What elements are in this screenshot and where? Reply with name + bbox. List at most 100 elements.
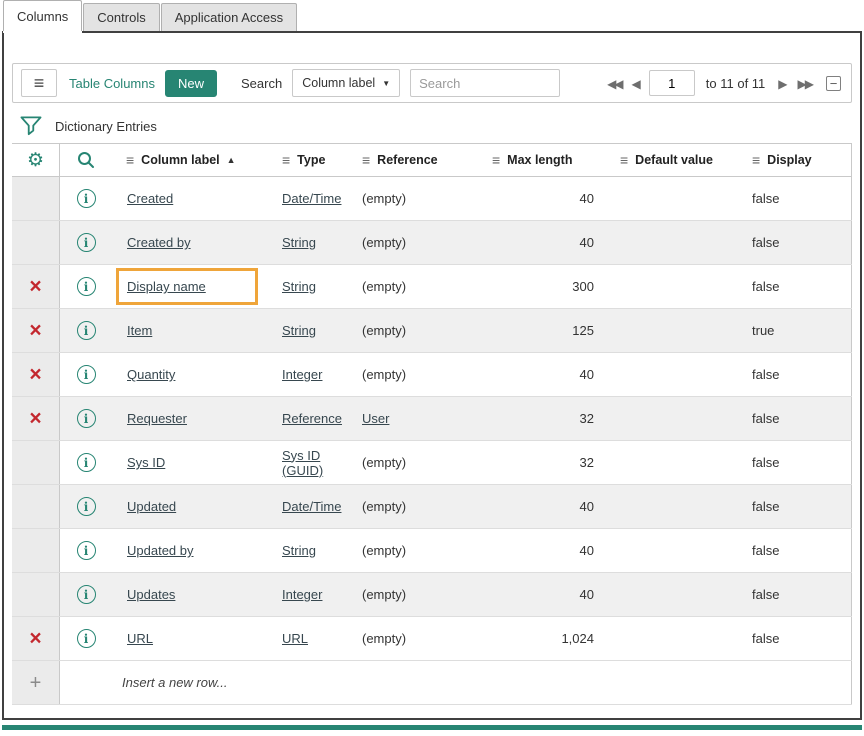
row-info-cell: i — [60, 441, 112, 484]
type-link[interactable]: String — [282, 543, 316, 558]
info-icon[interactable]: i — [77, 189, 96, 208]
header-max-length[interactable]: ≡ Max length — [480, 144, 608, 176]
first-page-button[interactable]: ◀◀ — [605, 74, 623, 93]
max-length-cell: 1,024 — [480, 617, 608, 660]
info-icon[interactable]: i — [77, 365, 96, 384]
reference-value: (empty) — [362, 367, 406, 382]
table-row: × i Created by String (empty) 40 false — [12, 221, 852, 265]
list-search-button[interactable] — [77, 151, 95, 169]
info-icon[interactable]: i — [77, 541, 96, 560]
display-cell: false — [738, 485, 852, 528]
last-page-button[interactable]: ▶▶ — [796, 74, 814, 93]
max-length-cell: 40 — [480, 485, 608, 528]
type-link[interactable]: Date/Time — [282, 191, 341, 206]
column-label-link[interactable]: Updated by — [127, 543, 194, 558]
info-icon[interactable]: i — [77, 585, 96, 604]
header-label-text: Max length — [507, 153, 572, 167]
type-link[interactable]: Integer — [282, 587, 322, 602]
column-label-cell: Created by — [112, 221, 270, 264]
type-link[interactable]: String — [282, 235, 316, 250]
type-cell: Date/Time — [270, 177, 350, 220]
search-input[interactable] — [410, 69, 560, 97]
info-icon[interactable]: i — [77, 409, 96, 428]
row-gutter-cell: × — [12, 177, 60, 220]
reference-cell: (empty) — [350, 617, 480, 660]
list-title-link[interactable]: Table Columns — [69, 76, 155, 91]
tab-columns[interactable]: Columns — [3, 0, 82, 31]
delete-row-icon[interactable]: × — [29, 320, 41, 341]
delete-row-icon[interactable]: × — [29, 364, 41, 385]
column-label-link[interactable]: Requester — [127, 411, 187, 426]
gear-icon: ⚙ — [27, 151, 44, 170]
column-label-link[interactable]: Item — [127, 323, 152, 338]
display-value: false — [752, 411, 779, 426]
type-link[interactable]: URL — [282, 631, 308, 646]
reference-value[interactable]: User — [362, 411, 389, 426]
info-icon[interactable]: i — [77, 321, 96, 340]
column-label-link[interactable]: Created — [127, 191, 173, 206]
tab-application-access[interactable]: Application Access — [161, 3, 297, 31]
type-link[interactable]: Integer — [282, 367, 322, 382]
insert-row-cell[interactable]: Insert a new row... — [60, 661, 852, 704]
default-value-cell — [608, 441, 738, 484]
plus-icon: + — [30, 673, 42, 693]
column-menu-icon[interactable]: ≡ — [362, 153, 370, 167]
column-label-link[interactable]: Updated — [127, 499, 176, 514]
filter-title[interactable]: Dictionary Entries — [55, 119, 157, 134]
info-icon[interactable]: i — [77, 233, 96, 252]
info-icon[interactable]: i — [77, 497, 96, 516]
type-link[interactable]: String — [282, 323, 316, 338]
info-icon[interactable]: i — [77, 277, 96, 296]
delete-row-icon[interactable]: × — [29, 628, 41, 649]
type-link[interactable]: Date/Time — [282, 499, 341, 514]
prev-page-button[interactable]: ◀ — [630, 74, 643, 93]
column-menu-icon[interactable]: ≡ — [620, 153, 628, 167]
list-menu-button[interactable]: ≡ — [21, 69, 57, 97]
column-label-link[interactable]: Display name — [127, 279, 206, 294]
column-label-link[interactable]: URL — [127, 631, 153, 646]
delete-row-icon[interactable]: × — [29, 276, 41, 297]
tab-controls[interactable]: Controls — [83, 3, 159, 31]
display-value: false — [752, 279, 779, 294]
next-page-button[interactable]: ▶ — [776, 74, 789, 93]
type-link[interactable]: Sys ID (GUID) — [282, 448, 350, 478]
display-value: true — [752, 323, 774, 338]
column-menu-icon[interactable]: ≡ — [282, 153, 290, 167]
type-link[interactable]: String — [282, 279, 316, 294]
default-value-cell — [608, 265, 738, 308]
column-label-highlight-box: Display name — [116, 268, 258, 305]
filter-breadcrumb: Dictionary Entries — [12, 111, 852, 141]
column-label-link[interactable]: Quantity — [127, 367, 175, 382]
type-cell: String — [270, 309, 350, 352]
header-reference[interactable]: ≡ Reference — [350, 144, 480, 176]
header-type[interactable]: ≡ Type — [270, 144, 350, 176]
column-menu-icon[interactable]: ≡ — [492, 153, 500, 167]
insert-row-label[interactable]: Insert a new row... — [122, 675, 228, 690]
display-cell: false — [738, 573, 852, 616]
header-column-label[interactable]: ≡ Column label ▲ — [112, 144, 270, 176]
insert-row[interactable]: + Insert a new row... — [12, 661, 852, 705]
funnel-icon — [20, 116, 42, 136]
column-menu-icon[interactable]: ≡ — [752, 153, 760, 167]
column-label-link[interactable]: Created by — [127, 235, 191, 250]
header-display[interactable]: ≡ Display — [738, 144, 852, 176]
type-link[interactable]: Reference — [282, 411, 342, 426]
search-column-value: Column label — [302, 76, 375, 90]
delete-row-icon[interactable]: × — [29, 408, 41, 429]
reference-cell: (empty) — [350, 441, 480, 484]
info-icon[interactable]: i — [77, 629, 96, 648]
new-button[interactable]: New — [165, 70, 217, 97]
column-menu-icon[interactable]: ≡ — [126, 153, 134, 167]
column-label-link[interactable]: Sys ID — [127, 455, 165, 470]
row-gutter-cell: × — [12, 573, 60, 616]
next-page-icon: ▶ — [778, 77, 787, 91]
column-label-link[interactable]: Updates — [127, 587, 175, 602]
filter-button[interactable] — [20, 116, 42, 136]
header-default-value[interactable]: ≡ Default value — [608, 144, 738, 176]
list-settings-button[interactable]: ⚙ — [27, 151, 44, 170]
max-length-cell: 40 — [480, 573, 608, 616]
page-input[interactable] — [649, 70, 695, 96]
info-icon[interactable]: i — [77, 453, 96, 472]
search-column-dropdown[interactable]: Column label ▼ — [292, 69, 400, 97]
collapse-list-button[interactable]: − — [824, 74, 843, 93]
